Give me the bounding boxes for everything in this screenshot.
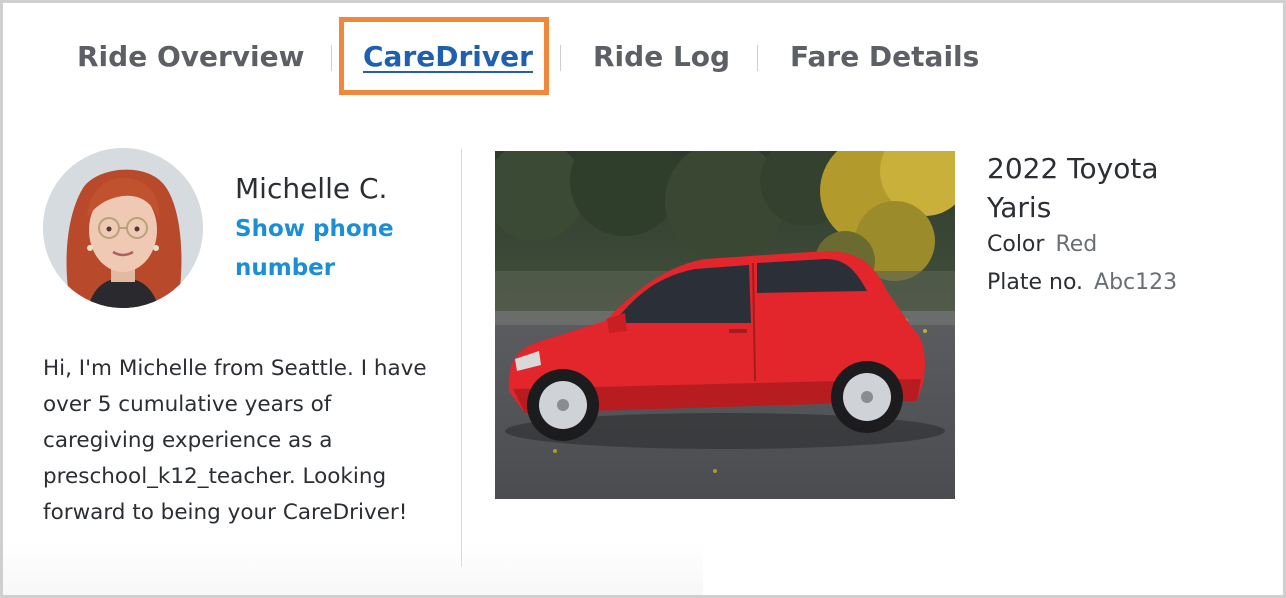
driver-name: Michelle C. <box>235 172 388 205</box>
tab-fare-details[interactable]: Fare Details <box>790 37 979 77</box>
vehicle-image <box>495 151 955 499</box>
tab-bar: Ride Overview CareDriver Ride Log Fare D… <box>3 3 1283 113</box>
show-phone-number-link[interactable]: Show phone number <box>235 210 435 288</box>
driver-portrait-image <box>43 148 203 308</box>
caredriver-panel: Ride Overview CareDriver Ride Log Fare D… <box>0 0 1286 598</box>
tab-divider <box>757 45 758 71</box>
vehicle-plate-label: Plate no. <box>987 270 1084 295</box>
column-divider <box>461 149 462 567</box>
vehicle-color-row: Color Red <box>987 229 1097 261</box>
tab-divider <box>560 45 561 71</box>
tab-caredriver[interactable]: CareDriver <box>363 37 533 77</box>
vehicle-color-label: Color <box>987 232 1045 257</box>
vehicle-plate-row: Plate no. Abc123 <box>987 267 1177 299</box>
tab-ride-overview[interactable]: Ride Overview <box>77 37 305 77</box>
bottom-fade <box>3 543 703 595</box>
driver-bio: Hi, I'm Michelle from Seattle. I have ov… <box>43 356 427 525</box>
tab-ride-log[interactable]: Ride Log <box>593 37 730 77</box>
tab-divider <box>331 45 332 71</box>
vehicle-title: 2022 Toyota Yaris <box>987 152 1159 224</box>
vehicle-color-value: Red <box>1055 232 1098 257</box>
vehicle-photo <box>495 151 955 499</box>
driver-avatar <box>43 148 203 308</box>
vehicle-plate-value: Abc123 <box>1094 270 1178 295</box>
